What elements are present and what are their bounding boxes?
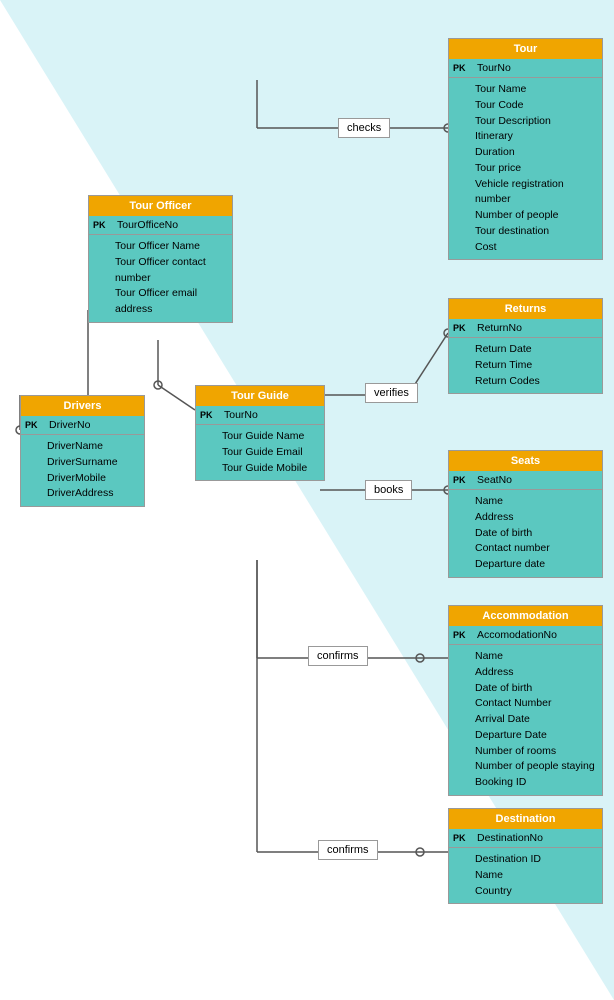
field-item: Tour Officer Name (115, 239, 226, 255)
tour-guide-fields: Tour Guide Name Tour Guide Email Tour Gu… (196, 425, 324, 480)
verifies-label: verifies (365, 383, 418, 403)
drivers-header: Drivers (21, 396, 144, 416)
accommodation-entity: Accommodation PK AccomodationNo Name Add… (448, 605, 603, 796)
seats-fields: Name Address Date of birth Contact numbe… (449, 490, 602, 577)
field-item: Destination ID (475, 852, 596, 868)
returns-fields: Return Date Return Time Return Codes (449, 338, 602, 393)
tour-guide-pk-field: TourNo (224, 409, 258, 421)
field-item: Tour Guide Email (222, 445, 318, 461)
field-item: Tour Guide Name (222, 429, 318, 445)
returns-pk-row: PK ReturnNo (449, 319, 602, 338)
field-item: Address (475, 510, 596, 526)
field-item: Tour destination (475, 224, 596, 240)
tour-officer-header: Tour Officer (89, 196, 232, 216)
field-item: Departure Date (475, 728, 596, 744)
confirms2-label: confirms (318, 840, 378, 860)
field-item: Return Date (475, 342, 596, 358)
field-item: Itinerary (475, 129, 596, 145)
accommodation-header: Accommodation (449, 606, 602, 626)
drivers-entity: Drivers PK DriverNo DriverName DriverSur… (20, 395, 145, 507)
destination-pk-field: DestinationNo (477, 832, 543, 844)
field-item: Number of people (475, 208, 596, 224)
field-item: Tour Name (475, 82, 596, 98)
field-item: Date of birth (475, 526, 596, 542)
destination-pk-label: PK (453, 833, 473, 843)
field-item: Tour Officer email address (115, 286, 226, 318)
tour-officer-fields: Tour Officer Name Tour Officer contact n… (89, 235, 232, 322)
confirms1-label: confirms (308, 646, 368, 666)
field-item: Country (475, 884, 596, 900)
seats-entity: Seats PK SeatNo Name Address Date of bir… (448, 450, 603, 578)
destination-pk-row: PK DestinationNo (449, 829, 602, 848)
field-item: Tour Description (475, 114, 596, 130)
books-label: books (365, 480, 412, 500)
field-item: DriverSurname (47, 455, 138, 471)
tour-officer-entity: Tour Officer PK TourOfficeNo Tour Office… (88, 195, 233, 323)
seats-pk-label: PK (453, 475, 473, 485)
returns-header: Returns (449, 299, 602, 319)
field-item: Date of birth (475, 681, 596, 697)
field-item: Duration (475, 145, 596, 161)
tour-guide-header: Tour Guide (196, 386, 324, 406)
field-item: Name (475, 868, 596, 884)
tour-fields: Tour Name Tour Code Tour Description Iti… (449, 78, 602, 259)
field-item: Number of rooms (475, 744, 596, 760)
drivers-pk-label: PK (25, 420, 45, 430)
field-item: Name (475, 649, 596, 665)
seats-pk-row: PK SeatNo (449, 471, 602, 490)
destination-header: Destination (449, 809, 602, 829)
field-item: Number of people staying (475, 759, 596, 775)
seats-pk-field: SeatNo (477, 474, 512, 486)
tour-guide-entity: Tour Guide PK TourNo Tour Guide Name Tou… (195, 385, 325, 481)
drivers-pk-row: PK DriverNo (21, 416, 144, 435)
field-item: Departure date (475, 557, 596, 573)
tour-officer-pk-row: PK TourOfficeNo (89, 216, 232, 235)
field-item: Tour Guide Mobile (222, 461, 318, 477)
field-item: Tour Officer contact number (115, 255, 226, 287)
field-item: Cost (475, 240, 596, 256)
field-item: Tour Code (475, 98, 596, 114)
field-item: Return Time (475, 358, 596, 374)
tour-pk-row: PK TourNo (449, 59, 602, 78)
tour-officer-pk-field: TourOfficeNo (117, 219, 178, 231)
field-item: Vehicle registration number (475, 177, 596, 209)
returns-pk-field: ReturnNo (477, 322, 522, 334)
field-item: DriverName (47, 439, 138, 455)
returns-entity: Returns PK ReturnNo Return Date Return T… (448, 298, 603, 394)
accommodation-pk-row: PK AccomodationNo (449, 626, 602, 645)
field-item: Address (475, 665, 596, 681)
accommodation-pk-field: AccomodationNo (477, 629, 557, 641)
destination-fields: Destination ID Name Country (449, 848, 602, 903)
returns-pk-label: PK (453, 323, 473, 333)
accommodation-fields: Name Address Date of birth Contact Numbe… (449, 645, 602, 795)
tour-guide-pk-row: PK TourNo (196, 406, 324, 425)
tour-pk-field: TourNo (477, 62, 511, 74)
field-item: Return Codes (475, 374, 596, 390)
destination-entity: Destination PK DestinationNo Destination… (448, 808, 603, 904)
tour-guide-pk-label: PK (200, 410, 220, 420)
tour-officer-pk-label: PK (93, 220, 113, 230)
tour-header: Tour (449, 39, 602, 59)
field-item: Name (475, 494, 596, 510)
field-item: Tour price (475, 161, 596, 177)
field-item: Contact number (475, 541, 596, 557)
accommodation-pk-label: PK (453, 630, 473, 640)
field-item: Arrival Date (475, 712, 596, 728)
drivers-pk-field: DriverNo (49, 419, 90, 431)
tour-entity: Tour PK TourNo Tour Name Tour Code Tour … (448, 38, 603, 260)
tour-pk-label: PK (453, 63, 473, 73)
drivers-fields: DriverName DriverSurname DriverMobile Dr… (21, 435, 144, 506)
field-item: Contact Number (475, 696, 596, 712)
checks-label: checks (338, 118, 390, 138)
field-item: DriverMobile (47, 471, 138, 487)
field-item: DriverAddress (47, 486, 138, 502)
seats-header: Seats (449, 451, 602, 471)
field-item: Booking ID (475, 775, 596, 791)
